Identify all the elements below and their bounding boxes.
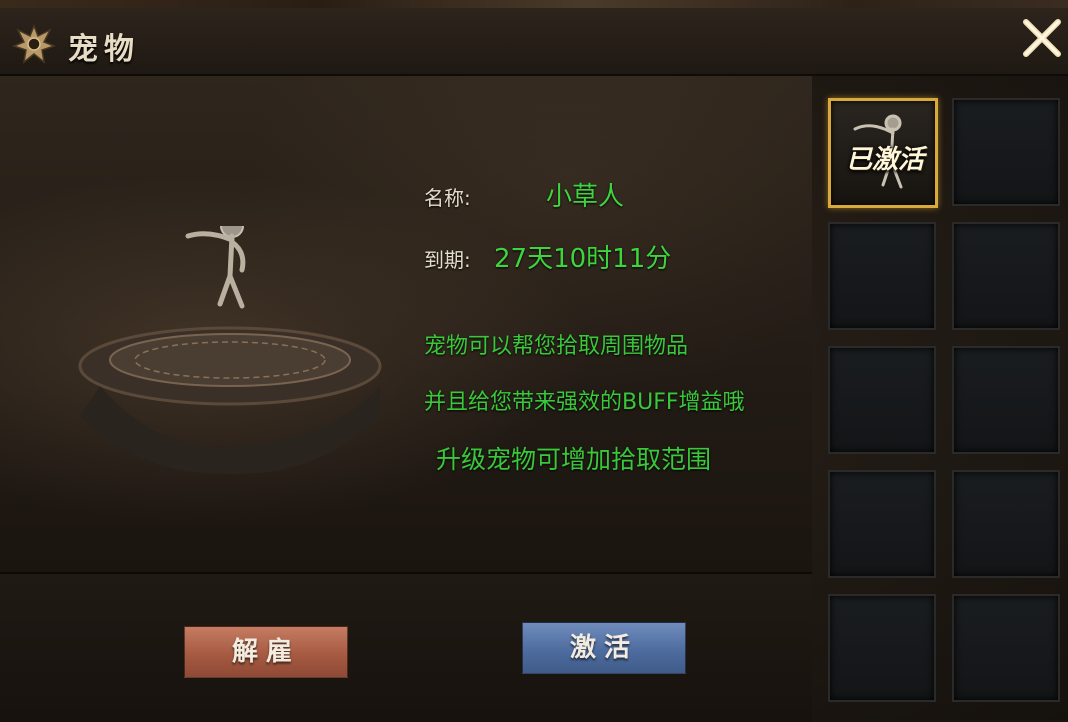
pet-slot-empty[interactable] xyxy=(952,346,1060,454)
description-line-1: 宠物可以帮您拾取周围物品 xyxy=(424,334,689,359)
pet-slot-empty[interactable] xyxy=(952,222,1060,330)
window-title: 宠物 xyxy=(68,32,140,67)
title-bar: 宠物 xyxy=(0,8,1068,76)
dismiss-button[interactable]: 解雇 xyxy=(184,626,348,678)
pet-slot-grid: 已激活 xyxy=(818,88,1068,708)
pet-expire-value: 27天10时11分 xyxy=(494,244,672,274)
pet-slot-empty[interactable] xyxy=(952,98,1060,206)
winged-crest-icon xyxy=(12,23,56,64)
pet-name-value: 小草人 xyxy=(546,182,625,212)
activate-button[interactable]: 激活 xyxy=(522,622,686,674)
pet-expire-label: 到期: xyxy=(424,248,471,272)
pet-model-stage xyxy=(78,226,382,475)
activated-tag: 已激活 xyxy=(845,145,924,175)
pet-slot-empty[interactable] xyxy=(828,346,936,454)
pet-slot-empty[interactable] xyxy=(952,470,1060,578)
pet-preview-area: 名称: 小草人 到期: 27天10时11分 宠物可以帮您拾取周围物品 并且给您带… xyxy=(0,76,812,572)
close-icon[interactable] xyxy=(1018,14,1066,62)
action-bar xyxy=(0,572,812,722)
pet-slot-active[interactable]: 已激活 xyxy=(828,98,938,208)
pet-slot-empty[interactable] xyxy=(828,222,936,330)
pet-slot-empty[interactable] xyxy=(828,470,936,578)
pet-name-label: 名称: xyxy=(424,186,471,210)
description-line-2: 并且给您带来强效的BUFF增益哦 xyxy=(424,390,745,415)
pet-slot-empty[interactable] xyxy=(952,594,1060,702)
description-line-3: 升级宠物可增加拾取范围 xyxy=(436,445,712,474)
top-strip xyxy=(0,0,1068,8)
straw-doll-pet xyxy=(185,226,246,309)
pet-slot-empty[interactable] xyxy=(828,594,936,702)
